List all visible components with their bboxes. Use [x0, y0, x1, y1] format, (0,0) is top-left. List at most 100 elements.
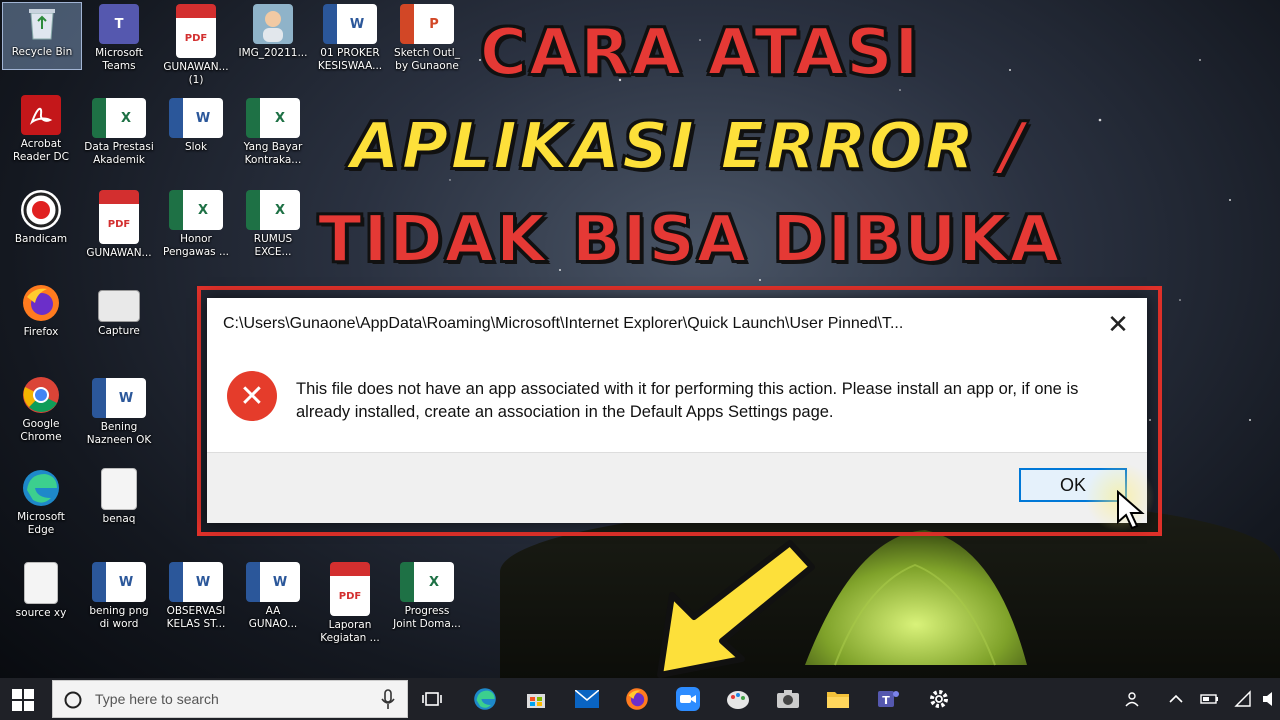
icon-label: GUNAWAN... (1): [163, 61, 229, 86]
title-line-2-slash: /: [1000, 109, 1026, 185]
desktop-icon-observasi[interactable]: W OBSERVASI KELAS ST...: [157, 562, 235, 631]
camera-icon[interactable]: [768, 682, 808, 716]
desktop-icon-capture[interactable]: Capture: [80, 290, 158, 338]
icon-label: Capture: [98, 325, 140, 337]
file-explorer-icon[interactable]: [818, 682, 858, 716]
icon-label: Bandicam: [14, 233, 68, 245]
edge-icon[interactable]: [465, 682, 505, 716]
icon-label: RUMUS EXCE...: [253, 233, 293, 258]
icon-label: benaq: [102, 513, 136, 525]
yellow-arrow-icon: [657, 540, 815, 678]
icon-label: 01 PROKER KESISWAA...: [317, 47, 383, 72]
desktop-icon-teams[interactable]: T Microsoft Teams: [80, 4, 158, 73]
icon-label: Honor Pengawas ...: [162, 233, 229, 258]
volume-icon[interactable]: [1262, 690, 1278, 708]
desktop-icon-chrome[interactable]: Google Chrome: [2, 375, 80, 444]
desktop-icon-sketch[interactable]: P Sketch Outl_ by Gunaone: [388, 4, 466, 73]
excel-icon: X: [400, 562, 454, 602]
desktop-icon-slok[interactable]: W Slok: [157, 98, 235, 154]
wifi-icon[interactable]: [1234, 690, 1252, 708]
icon-label: Acrobat Reader DC: [13, 138, 69, 163]
desktop-icon-edge[interactable]: Microsoft Edge: [2, 468, 80, 537]
excel-icon: X: [246, 98, 300, 138]
pdf-icon: PDF: [176, 4, 216, 58]
teams-icon: T: [99, 4, 139, 44]
icon-label: Yang Bayar Kontraka...: [243, 141, 303, 166]
desktop-icon-source-xy[interactable]: source xy: [2, 562, 80, 620]
icon-label: Slok: [184, 141, 208, 153]
icon-label: Microsoft Edge: [17, 511, 65, 536]
desktop-icon-yang-bayar[interactable]: X Yang Bayar Kontraka...: [234, 98, 312, 167]
firefox-icon[interactable]: [617, 682, 657, 716]
desktop-icon-bening-nazneen[interactable]: W Bening Nazneen OK: [80, 378, 158, 447]
settings-icon[interactable]: [919, 682, 959, 716]
file-icon: [24, 562, 58, 604]
desktop-icon-acrobat[interactable]: Acrobat Reader DC: [2, 95, 80, 164]
chevron-up-icon[interactable]: [1168, 690, 1184, 708]
firefox-icon: [21, 283, 61, 323]
microphone-icon[interactable]: [381, 689, 395, 711]
desktop-icon-bandicam[interactable]: Bandicam: [2, 190, 80, 246]
chrome-icon: [21, 375, 61, 415]
task-view-icon[interactable]: [412, 682, 452, 716]
zoom-icon[interactable]: [668, 682, 708, 716]
icon-label: Data Prestasi Akademik: [84, 141, 154, 166]
desktop-icon-laporan[interactable]: PDF Laporan Kegiatan ...: [311, 562, 389, 645]
desktop-icon-gunawan-1[interactable]: PDF GUNAWAN... (1): [157, 4, 235, 87]
people-icon[interactable]: [1125, 690, 1143, 708]
icon-label: Bening Nazneen OK: [86, 421, 152, 446]
word-icon: W: [92, 378, 146, 418]
desktop-icon-firefox[interactable]: Firefox: [2, 283, 80, 339]
icon-label: source xy: [15, 607, 67, 619]
mail-icon[interactable]: [567, 682, 607, 716]
teams-icon[interactable]: T: [868, 682, 908, 716]
icon-label: AA GUNAO...: [248, 605, 298, 630]
word-icon: W: [323, 4, 377, 44]
icon-label: Microsoft Teams: [95, 47, 143, 72]
powerpoint-icon: P: [400, 4, 454, 44]
desktop-icon-img[interactable]: IMG_20211...: [234, 4, 312, 60]
store-icon[interactable]: [516, 682, 556, 716]
excel-icon: X: [246, 190, 300, 230]
icon-label: Google Chrome: [20, 418, 62, 443]
excel-icon: X: [92, 98, 146, 138]
dialog-footer: OK: [207, 452, 1147, 523]
icon-label: Progress Joint Doma...: [393, 605, 461, 630]
search-icon: [64, 691, 82, 709]
desktop-icon-honor[interactable]: X Honor Pengawas ...: [157, 190, 235, 259]
acrobat-icon: [21, 95, 61, 135]
desktop-icon-rumus-excel[interactable]: X RUMUS EXCE...: [234, 190, 312, 259]
word-icon: W: [169, 562, 223, 602]
icon-label: bening png di word: [89, 605, 149, 630]
desktop-icon-recycle-bin[interactable]: Recycle Bin: [2, 2, 82, 70]
excel-icon: X: [169, 190, 223, 230]
pdf-icon: PDF: [99, 190, 139, 244]
windows-start-icon[interactable]: [12, 689, 34, 711]
desktop-icon-progress[interactable]: X Progress Joint Doma...: [388, 562, 466, 631]
icon-label: GUNAWAN...: [86, 247, 152, 259]
paint-icon[interactable]: [718, 682, 758, 716]
desktop-icon-proker[interactable]: W 01 PROKER KESISWAA...: [311, 4, 389, 73]
title-line-2-text: APLIKASI ERROR: [349, 109, 977, 185]
svg-text:T: T: [882, 694, 890, 707]
image-file-icon: [101, 468, 137, 510]
desktop-icon-benaq[interactable]: benaq: [80, 468, 158, 526]
desktop-icon-gunawan-pdf[interactable]: PDF GUNAWAN...: [80, 190, 158, 260]
title-line-2: APLIKASI ERROR /: [349, 109, 1026, 185]
desktop-icon-bening-png[interactable]: W bening png di word: [80, 562, 158, 631]
desktop-icon-aa-gunaone[interactable]: W AA GUNAO...: [234, 562, 312, 631]
edge-icon: [21, 468, 61, 508]
recycle-bin-icon: [22, 3, 62, 43]
taskbar: Type here to search T: [0, 678, 1280, 720]
bandicam-icon: [21, 190, 61, 230]
desktop-icon-data-prestasi[interactable]: X Data Prestasi Akademik: [80, 98, 158, 167]
close-icon[interactable]: ✕: [1103, 310, 1133, 340]
taskbar-search-box[interactable]: Type here to search: [52, 680, 408, 718]
battery-icon[interactable]: [1200, 690, 1220, 708]
mouse-cursor-icon: [1117, 490, 1145, 530]
search-placeholder: Type here to search: [95, 691, 219, 707]
error-dialog: C:\Users\Gunaone\AppData\Roaming\Microso…: [207, 298, 1147, 523]
icon-label: Laporan Kegiatan ...: [320, 619, 380, 644]
word-icon: W: [246, 562, 300, 602]
image-icon: [98, 290, 140, 322]
